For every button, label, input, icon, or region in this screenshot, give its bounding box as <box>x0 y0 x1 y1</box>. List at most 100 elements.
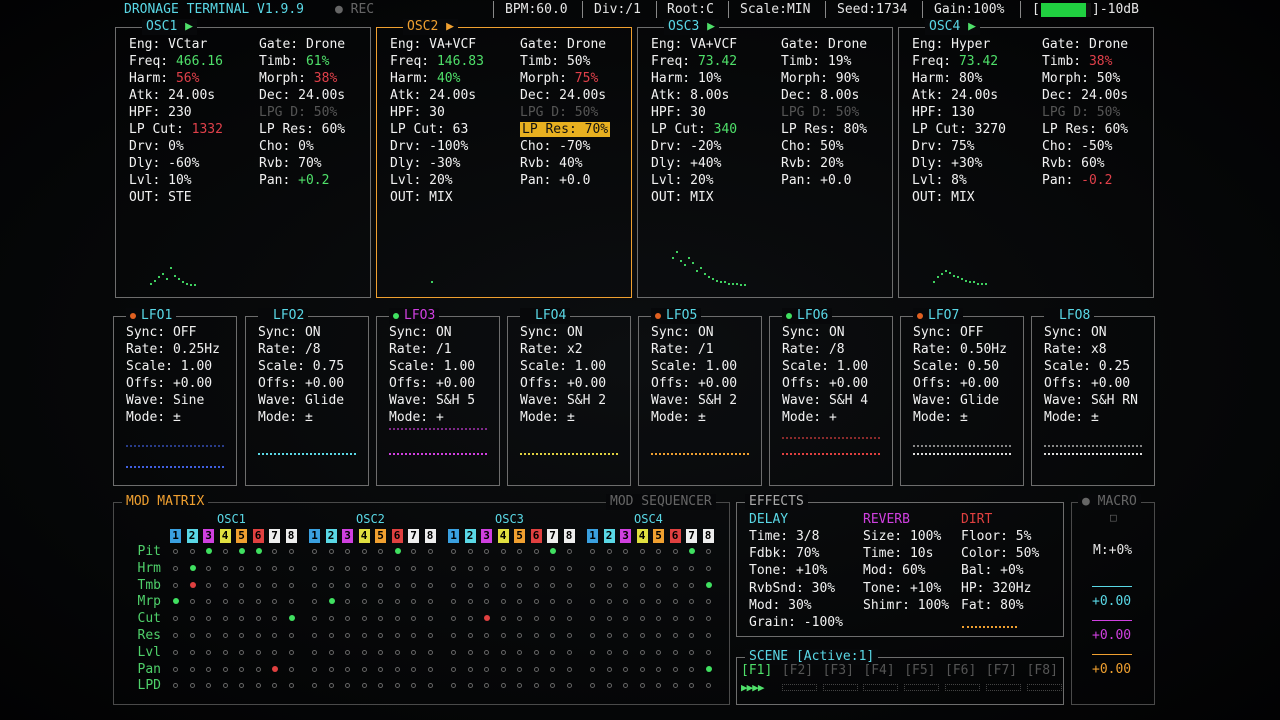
lfo-param-scale[interactable]: Scale: 1.00 <box>126 358 212 375</box>
osc-param-gate[interactable]: Gate: Drone <box>781 36 867 53</box>
osc-param-lpres[interactable]: LP Res: 60% <box>259 121 345 138</box>
matrix-cell[interactable] <box>689 649 694 655</box>
matrix-cell[interactable] <box>345 666 350 672</box>
lfo-param-rate[interactable]: Rate: x8 <box>1044 341 1107 358</box>
rec-indicator[interactable]: ● REC <box>335 1 374 19</box>
matrix-source-1[interactable]: 1 <box>448 529 459 543</box>
matrix-cell[interactable] <box>566 633 572 638</box>
osc-param-harm[interactable]: Harm: 10% <box>651 70 721 87</box>
lfo-param-scale[interactable]: Scale: 0.75 <box>258 358 344 375</box>
matrix-cell[interactable] <box>312 633 317 638</box>
matrix-cell[interactable] <box>222 599 228 605</box>
matrix-cell[interactable] <box>222 616 228 622</box>
matrix-cell[interactable] <box>239 649 244 655</box>
matrix-cell[interactable] <box>550 649 555 655</box>
lfo-param-mode[interactable]: Mode: ± <box>126 409 181 426</box>
osc-param-lvl[interactable]: Lvl: 8% <box>912 172 967 189</box>
matrix-cell[interactable] <box>484 565 489 571</box>
matrix-cell-active[interactable] <box>705 665 712 672</box>
matrix-cell[interactable] <box>500 666 506 672</box>
osc-param-dly[interactable]: Dly: -60% <box>129 155 199 172</box>
matrix-cell[interactable] <box>606 683 612 689</box>
matrix-source-3[interactable]: 3 <box>620 529 631 543</box>
scene-key-f4[interactable]: [F4] <box>863 663 894 678</box>
matrix-cell[interactable] <box>255 599 261 605</box>
osc-param-cho[interactable]: Cho: -50% <box>1042 138 1112 155</box>
osc-param-timb[interactable]: Timb: 61% <box>259 53 329 70</box>
osc-param-pan[interactable]: Pan: +0.0 <box>781 172 851 189</box>
matrix-cell[interactable] <box>705 683 711 689</box>
matrix-cell[interactable] <box>312 549 317 554</box>
matrix-cell[interactable] <box>189 649 195 655</box>
matrix-cell[interactable] <box>639 649 645 655</box>
matrix-source-8[interactable]: 8 <box>702 529 714 543</box>
matrix-cell[interactable] <box>606 633 612 638</box>
osc-param-lpcut[interactable]: LP Cut: 3270 <box>912 121 1006 138</box>
fx-reverb-tone[interactable]: Tone: +10% <box>863 580 941 597</box>
matrix-cell[interactable] <box>451 649 456 655</box>
matrix-cell[interactable] <box>328 649 334 655</box>
matrix-source-8[interactable]: 8 <box>563 529 575 543</box>
matrix-cell[interactable] <box>345 649 350 655</box>
fx-dirt-bal[interactable]: Bal: +0% <box>961 562 1024 579</box>
lfo-param-rate[interactable]: Rate: 0.50Hz <box>913 341 1007 358</box>
matrix-cell[interactable] <box>345 633 350 638</box>
osc-param-lpgd[interactable]: LPG D: 50% <box>259 104 337 121</box>
matrix-cell-active[interactable] <box>328 598 335 605</box>
fx-delay-grain[interactable]: Grain: -100% <box>749 614 843 631</box>
matrix-cell[interactable] <box>590 666 595 672</box>
matrix-cell[interactable] <box>623 666 628 672</box>
matrix-cell[interactable] <box>222 633 228 638</box>
matrix-cell[interactable] <box>288 549 294 554</box>
matrix-cell[interactable] <box>566 683 572 689</box>
matrix-cell[interactable] <box>394 649 400 655</box>
root-readout[interactable]: Root:C <box>667 1 714 19</box>
matrix-cell[interactable] <box>345 565 350 571</box>
matrix-cell[interactable] <box>411 666 416 672</box>
matrix-cell[interactable] <box>288 649 294 655</box>
scene-key-f3[interactable]: [F3] <box>823 663 854 678</box>
matrix-cell[interactable] <box>411 633 416 638</box>
matrix-cell[interactable] <box>255 666 261 672</box>
matrix-cell[interactable] <box>427 683 433 689</box>
osc-param-atk[interactable]: Atk: 8.00s <box>651 87 729 104</box>
matrix-cell[interactable] <box>533 649 539 655</box>
matrix-source-5[interactable]: 5 <box>375 529 386 543</box>
osc-param-dec[interactable]: Dec: 24.00s <box>520 87 606 104</box>
scene-key-f2[interactable]: [F2] <box>782 663 813 678</box>
matrix-cell[interactable] <box>288 599 294 605</box>
matrix-cell[interactable] <box>206 633 211 638</box>
matrix-cell[interactable] <box>533 599 539 605</box>
matrix-source-3[interactable]: 3 <box>481 529 492 543</box>
matrix-source-5[interactable]: 5 <box>514 529 525 543</box>
osc-param-out[interactable]: OUT: MIX <box>912 189 975 206</box>
matrix-cell[interactable] <box>288 565 294 571</box>
matrix-cell[interactable] <box>623 549 628 554</box>
matrix-cell[interactable] <box>590 549 595 554</box>
matrix-cell[interactable] <box>378 649 383 655</box>
lfo-param-mode[interactable]: Mode: ± <box>520 409 575 426</box>
matrix-cell-active[interactable] <box>288 615 295 622</box>
matrix-cell[interactable] <box>705 565 711 571</box>
matrix-cell[interactable] <box>566 616 572 622</box>
fx-dirt-color[interactable]: Color: 50% <box>961 545 1039 562</box>
macro-slider-line[interactable] <box>1092 654 1132 655</box>
lfo-param-wave[interactable]: Wave: S&H 2 <box>520 392 606 409</box>
matrix-cell[interactable] <box>328 549 334 554</box>
matrix-cell[interactable] <box>206 666 211 672</box>
matrix-cell[interactable] <box>606 616 612 622</box>
matrix-cell[interactable] <box>467 599 473 605</box>
matrix-cell[interactable] <box>189 549 195 554</box>
matrix-cell[interactable] <box>394 633 400 638</box>
matrix-cell[interactable] <box>590 565 595 571</box>
div-readout[interactable]: Div:/1 <box>594 1 641 19</box>
matrix-source-3[interactable]: 3 <box>203 529 214 543</box>
matrix-cell[interactable] <box>672 565 678 571</box>
lfo-param-mode[interactable]: Mode: ± <box>1044 409 1099 426</box>
matrix-source-4[interactable]: 4 <box>219 529 231 543</box>
matrix-source-1[interactable]: 1 <box>587 529 598 543</box>
matrix-source-8[interactable]: 8 <box>285 529 297 543</box>
matrix-cell-active[interactable] <box>550 548 556 554</box>
matrix-cell[interactable] <box>427 565 433 571</box>
lfo-param-rate[interactable]: Rate: x2 <box>520 341 583 358</box>
